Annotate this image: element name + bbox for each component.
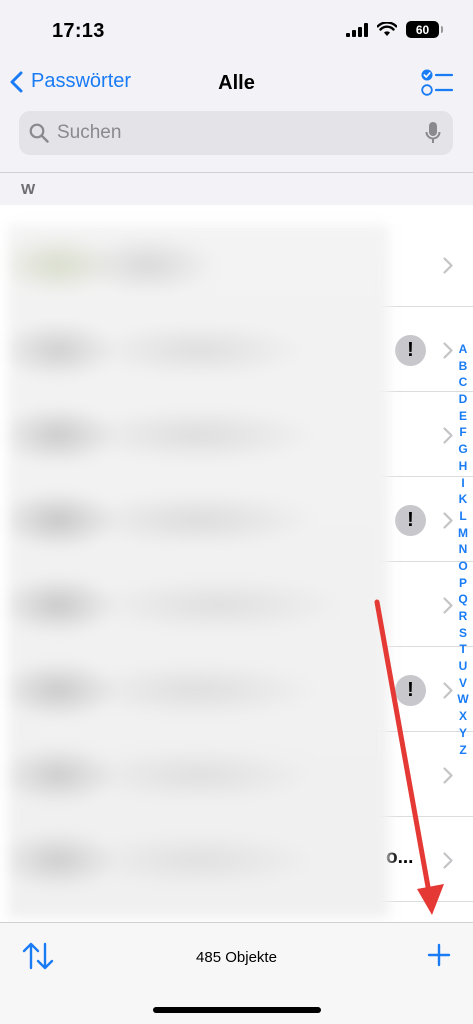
annotation-arrow xyxy=(374,599,444,915)
item-count-label: 485 Objekte xyxy=(196,949,277,966)
plus-icon xyxy=(427,943,451,967)
add-button[interactable] xyxy=(427,943,451,972)
home-indicator[interactable] xyxy=(153,1007,321,1013)
bottom-toolbar: 485 Objekte xyxy=(0,922,473,1024)
